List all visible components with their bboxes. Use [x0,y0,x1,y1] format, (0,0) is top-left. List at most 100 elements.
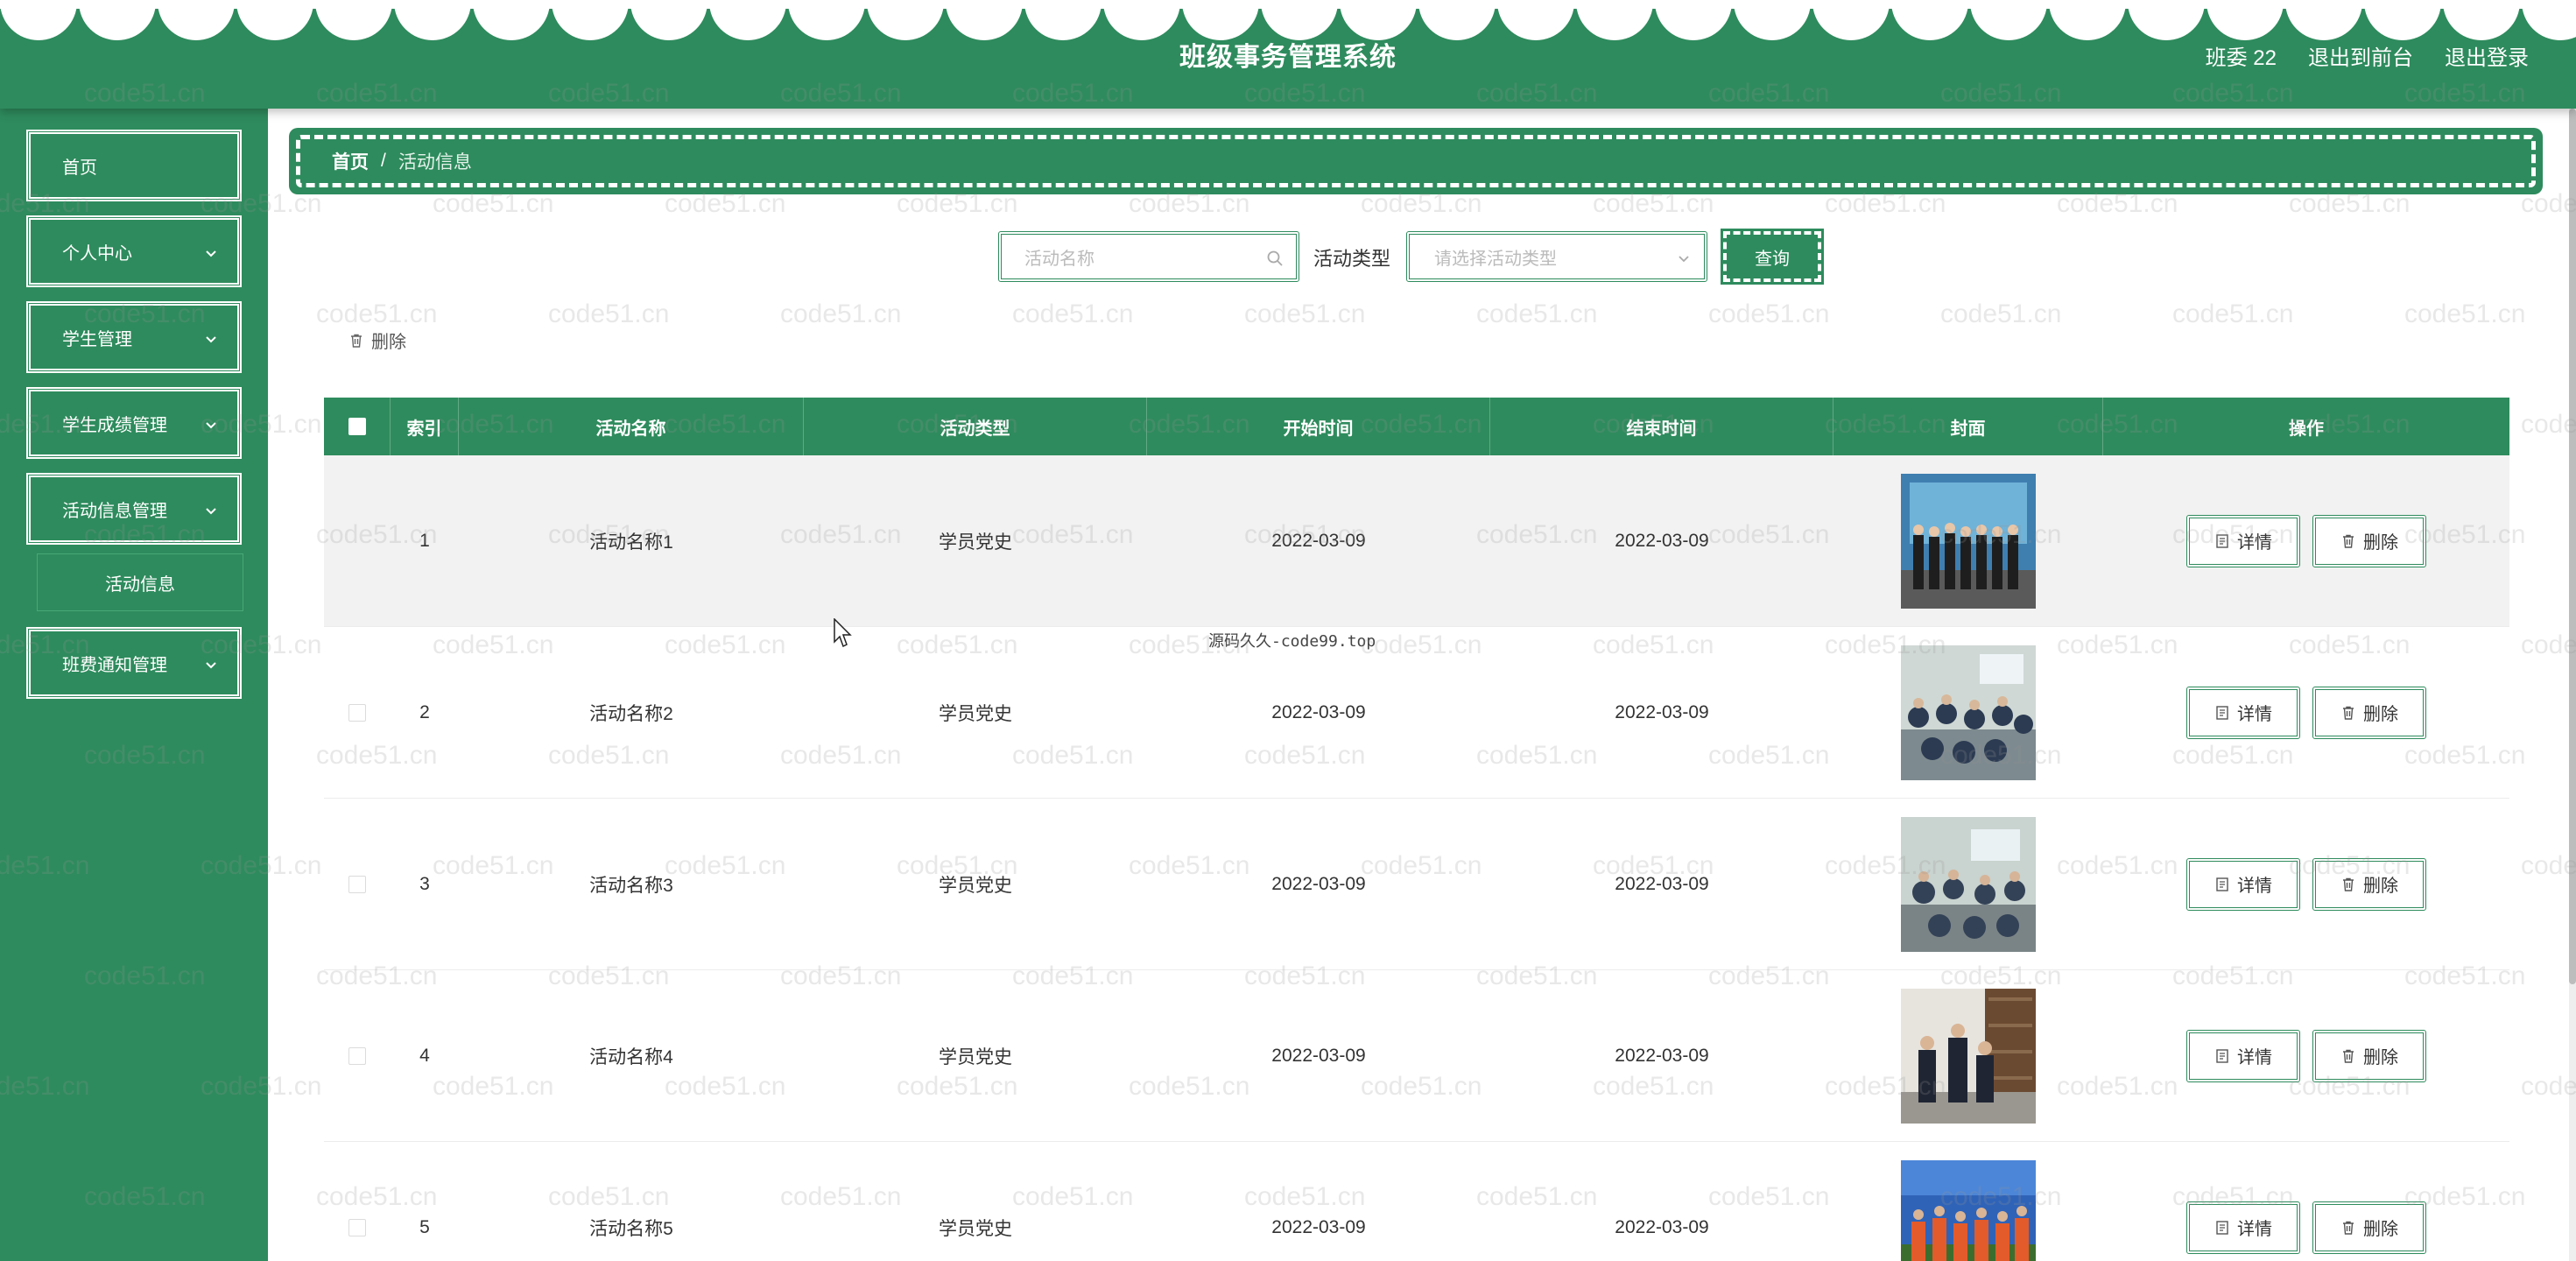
trash-icon [2343,1049,2354,1063]
cover-image[interactable] [1901,816,2036,952]
sidebar-subitem-activity-info[interactable]: 活动信息 [37,553,243,611]
cell-name: 活动名称1 [589,532,673,553]
chevron-down-icon [206,662,216,669]
delete-label: 删除 [2363,1048,2398,1067]
table-row[interactable]: 4 活动名称4 学员党史 2022-03-09 2022-03-09 详情 删除 [324,970,2509,1142]
detail-label: 详情 [2237,533,2272,553]
header-checkbox-cell [324,398,391,455]
sidebar-subitem-label: 活动信息 [105,574,175,595]
vertical-scrollbar[interactable] [2569,109,2576,1261]
cell-start-time: 2022-03-09 [1271,1216,1366,1237]
sidebar-item-grade-management[interactable]: 学生成绩管理 [26,387,242,459]
watermark-text: code51.cn [316,299,438,328]
select-all-checkbox[interactable] [348,418,366,435]
cell-index: 4 [419,1045,430,1066]
document-icon [2216,1048,2228,1063]
sidebar-item-class-fee-notice[interactable]: 班费通知管理 [26,627,242,699]
table-row[interactable]: 3 活动名称3 学员党史 2022-03-09 2022-03-09 详情 删除 [324,799,2509,970]
breadcrumb-home[interactable]: 首页 [332,148,369,174]
cell-end-time: 2022-03-09 [1615,701,1709,722]
row-checkbox-cell [324,970,391,1141]
trash-icon [351,334,362,348]
table-header: 索引 活动名称 活动类型 开始时间 结束时间 封面 操作 [324,398,2509,455]
document-icon [2216,705,2228,720]
search-icon [1267,250,1283,266]
row-checkbox[interactable] [348,875,366,893]
bulk-delete-button[interactable]: 删除 [348,328,406,353]
query-button[interactable]: 查询 [1721,229,1824,285]
delete-button[interactable]: 删除 [2312,686,2426,739]
cover-image[interactable] [1901,645,2036,780]
scrollbar-thumb[interactable] [2569,109,2576,984]
site-watermark-text: 源码久久-code99.top [1208,632,1376,651]
column-header-cover: 封面 [1833,398,2103,455]
column-header-actions: 操作 [2289,419,2324,439]
sidebar-item-label: 首页 [62,158,97,178]
cell-name: 活动名称3 [589,875,673,896]
detail-button[interactable]: 详情 [2186,514,2300,567]
activity-name-placeholder: 活动名称 [1024,249,1094,269]
sidebar-item-label: 学生管理 [62,329,132,349]
sidebar-item-activity-management[interactable]: 活动信息管理 [26,473,242,545]
delete-button[interactable]: 删除 [2312,857,2426,911]
cell-name: 活动名称2 [589,703,673,724]
table-row[interactable]: 2 活动名称2 学员党史 2022-03-09 2022-03-09 详情 删除 [324,627,2509,799]
top-header: 班级事务管理系统 班委 22 退出到前台 退出登录 [0,0,2576,109]
sidebar-item-personal-center[interactable]: 个人中心 [26,215,242,287]
watermark-text: code51.cn [548,299,670,328]
detail-label: 详情 [2237,1048,2272,1067]
cell-start-time: 2022-03-09 [1271,530,1366,551]
cell-actions: 详情 删除 [2103,1142,2509,1261]
detail-button[interactable]: 详情 [2186,1029,2300,1082]
back-to-front-link[interactable]: 退出到前台 [2308,40,2413,71]
column-header-end-time: 结束时间 [1490,398,1833,455]
chevron-down-icon [206,336,216,343]
breadcrumb: 首页 / 活动信息 [289,128,2543,194]
cover-image[interactable] [1901,473,2036,609]
sidebar-item-label: 学生成绩管理 [62,415,167,435]
cell-start-time: 2022-03-09 [1271,1045,1366,1066]
cell-type: 学员党史 [939,703,1012,724]
watermark-text: code51.cn [2521,630,2576,659]
detail-button[interactable]: 详情 [2186,857,2300,911]
cell-type: 学员党史 [939,1046,1012,1067]
chevron-down-icon [206,508,216,515]
activity-name-input[interactable]: 活动名称 [998,231,1299,282]
sidebar-item-home[interactable]: 首页 [26,130,242,201]
column-header-type: 活动类型 [804,398,1147,455]
detail-button[interactable]: 详情 [2186,686,2300,739]
detail-button[interactable]: 详情 [2186,1201,2300,1254]
delete-button[interactable]: 删除 [2312,1201,2426,1254]
row-checkbox[interactable] [348,1218,366,1236]
delete-button[interactable]: 删除 [2312,1029,2426,1082]
delete-button[interactable]: 删除 [2312,514,2426,567]
activity-type-select[interactable]: 请选择活动类型 [1406,231,1707,282]
cell-index: 5 [419,1216,430,1237]
watermark-text: code51.cn [2404,299,2526,328]
trash-icon [2343,1221,2354,1235]
activity-type-label: 活动类型 [1313,248,1391,270]
trash-icon [2343,706,2354,720]
row-checkbox[interactable] [348,1046,366,1065]
bulk-delete-label: 删除 [371,333,406,352]
sidebar-item-student-management[interactable]: 学生管理 [26,301,242,373]
cell-name: 活动名称4 [589,1046,673,1067]
cover-image[interactable] [1901,1159,2036,1261]
row-checkbox-cell [324,627,391,798]
table-row[interactable]: 5 活动名称5 学员党史 2022-03-09 2022-03-09 详情 删除 [324,1142,2509,1261]
table-row[interactable]: 1 活动名称1 学员党史 2022-03-09 2022-03-09 详情 删除 [324,455,2509,627]
cell-index: 1 [419,530,430,551]
row-checkbox[interactable] [348,703,366,722]
cell-end-time: 2022-03-09 [1615,530,1709,551]
chevron-down-icon [206,422,216,429]
app-title: 班级事务管理系统 [1179,43,1397,72]
cover-image[interactable] [1901,988,2036,1124]
user-label[interactable]: 班委 22 [2206,40,2277,71]
cell-index: 3 [419,873,430,894]
logout-link[interactable]: 退出登录 [2445,40,2529,71]
cell-end-time: 2022-03-09 [1615,1216,1709,1237]
delete-label: 删除 [2363,1220,2398,1239]
sidebar-item-label: 个人中心 [62,243,132,264]
chevron-down-icon [206,250,216,257]
document-icon [2216,533,2228,548]
